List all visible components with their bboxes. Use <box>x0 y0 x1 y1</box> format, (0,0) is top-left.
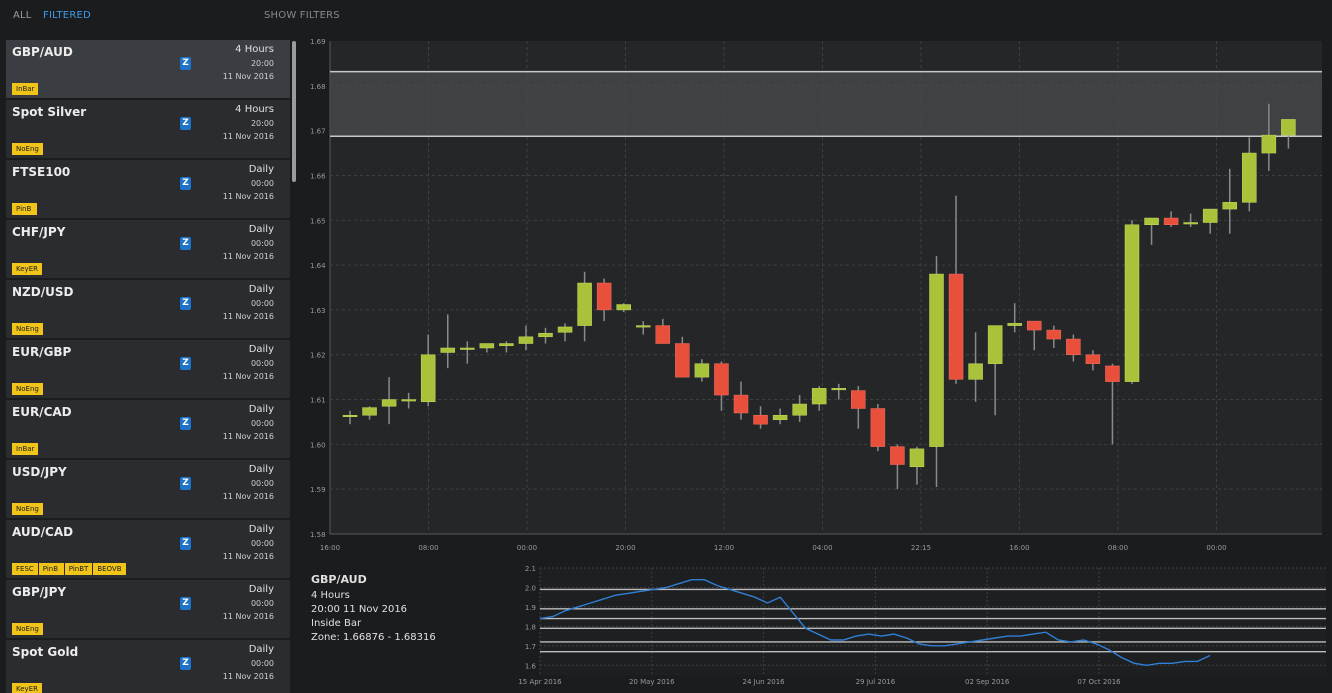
x-tick-label: 15 Apr 2016 <box>518 678 562 686</box>
x-tick-label: 22:15 <box>911 544 931 552</box>
y-tick-label: 1.64 <box>310 262 326 270</box>
y-tick-label: 1.69 <box>310 38 326 46</box>
y-tick-label: 1.61 <box>310 397 326 405</box>
zone-badge[interactable]: Z <box>180 597 191 610</box>
item-date: 11 Nov 2016 <box>222 672 274 681</box>
y-tick-label: 1.63 <box>310 307 326 315</box>
x-tick-label: 08:00 <box>418 544 438 552</box>
y-tick-label: 1.59 <box>310 486 326 494</box>
item-symbol: Spot Gold <box>12 645 79 659</box>
pattern-tag: BEOVB <box>93 563 126 575</box>
pattern-tag: PinB <box>38 563 64 575</box>
info-timeframe: 4 Hours <box>311 590 350 601</box>
candle <box>870 404 886 452</box>
candle <box>1124 220 1140 384</box>
info-datetime: 20:00 11 Nov 2016 <box>311 604 408 615</box>
x-tick-label: 04:00 <box>812 544 832 552</box>
info-zone: Zone: 1.66876 - 1.68316 <box>311 632 436 643</box>
y-tick-label: 1.6 <box>525 662 537 670</box>
item-timeframe: Daily <box>248 644 274 655</box>
y-tick-label: 1.62 <box>310 352 326 360</box>
pattern-tags: KeyER <box>12 683 43 693</box>
info-symbol: GBP/AUD <box>311 573 367 586</box>
y-tick-label: 1.66 <box>310 172 326 180</box>
x-tick-label: 12:00 <box>714 544 734 552</box>
y-tick-label: 2.0 <box>525 584 536 592</box>
zone-badge[interactable]: Z <box>180 657 191 670</box>
pattern-tag: KeyER <box>12 683 42 693</box>
signal-zone <box>330 71 1322 137</box>
x-tick-label: 16:00 <box>320 544 340 552</box>
x-tick-label: 02 Sep 2016 <box>965 678 1010 686</box>
history-line-chart[interactable]: 2.1 2.0 1.9 1.8 1.7 1.6 15 Apr 2016 20 May 201… <box>510 566 1330 692</box>
item-time: 00:00 <box>250 599 274 608</box>
pattern-tags: NoEng <box>12 623 44 635</box>
list-item[interactable]: GBP/JPY Daily 00:00 11 Nov 2016 Z NoEng <box>6 580 290 639</box>
item-timeframe: Daily <box>248 584 274 595</box>
x-tick-label: 00:00 <box>1206 544 1226 552</box>
x-tick-label: 20:00 <box>615 544 635 552</box>
pattern-tags: FESC PinB PinBT BEOVB <box>12 563 127 575</box>
y-tick-label: 1.65 <box>310 217 326 225</box>
pattern-tag: PinBT <box>64 563 93 575</box>
pattern-tag: FESC <box>12 563 38 575</box>
x-tick-label: 29 Jul 2016 <box>856 678 896 686</box>
candlestick-chart[interactable]: 1.69 1.68 1.67 1.66 1.65 1.64 1.63 1.62 1.61 1.60… <box>0 0 1332 560</box>
y-tick-label: 2.1 <box>525 566 536 573</box>
y-tick-label: 1.60 <box>310 441 326 449</box>
signal-info: GBP/AUD 4 Hours 20:00 11 Nov 2016 Inside… <box>311 573 436 645</box>
x-tick-label: 20 May 2016 <box>629 678 675 686</box>
y-tick-label: 1.58 <box>310 531 326 539</box>
x-tick-label: 24 Jun 2016 <box>743 678 786 686</box>
y-tick-label: 1.8 <box>525 623 536 631</box>
x-tick-label: 00:00 <box>517 544 537 552</box>
x-tick-label: 07 Oct 2016 <box>1077 678 1121 686</box>
item-symbol: GBP/JPY <box>12 585 67 599</box>
list-item[interactable]: Spot Gold Daily 00:00 11 Nov 2016 Z KeyER <box>6 640 290 693</box>
y-tick-label: 1.9 <box>525 604 536 612</box>
pattern-tag: NoEng <box>12 623 43 635</box>
y-tick-label: 1.7 <box>525 643 536 651</box>
x-tick-label: 08:00 <box>1108 544 1128 552</box>
x-tick-label: 16:00 <box>1009 544 1029 552</box>
item-time: 00:00 <box>250 659 274 668</box>
item-date: 11 Nov 2016 <box>222 612 274 621</box>
y-tick-label: 1.68 <box>310 83 326 91</box>
info-pattern: Inside Bar <box>311 618 362 629</box>
y-tick-label: 1.67 <box>310 128 326 136</box>
